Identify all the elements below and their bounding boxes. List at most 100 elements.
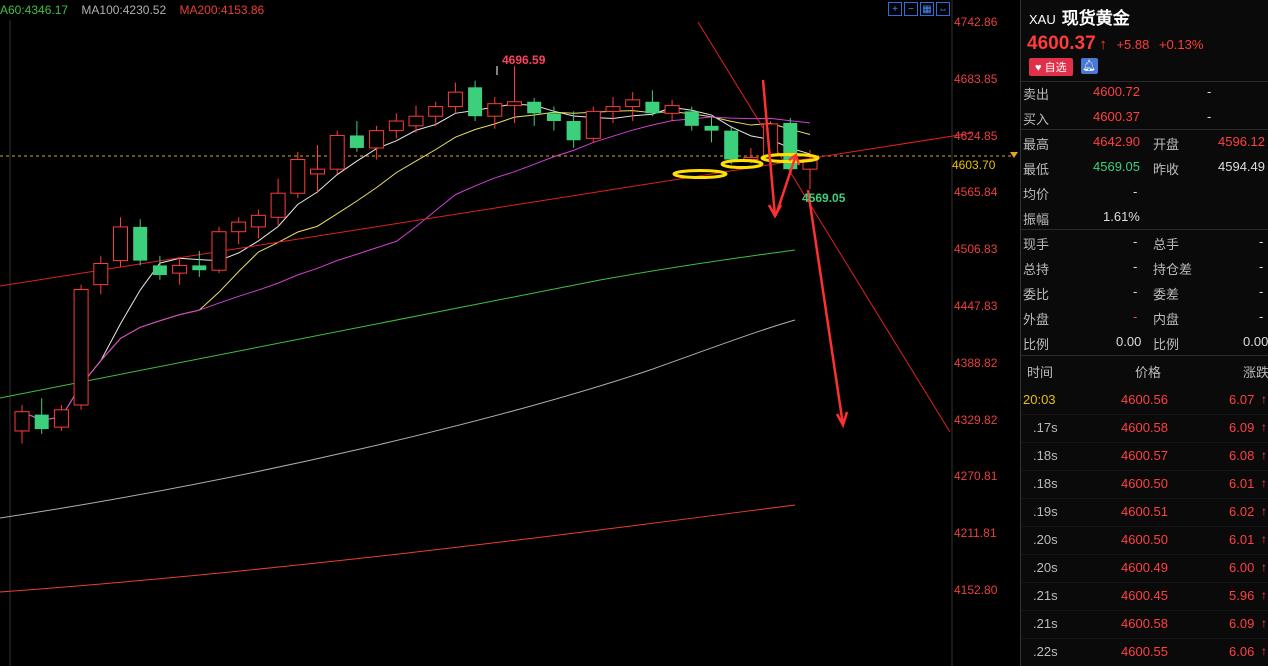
candle-body: [468, 87, 483, 117]
price-line: 4600.37 ↑ +5.88 +0.13%: [1027, 33, 1203, 55]
zoom-out-icon[interactable]: −: [904, 2, 918, 16]
ratio-label-1: 比例: [1023, 337, 1050, 352]
candle-body: [113, 226, 128, 262]
candle-body: [152, 265, 167, 276]
ticks-price-header: 价格: [1135, 365, 1162, 380]
up-arrow-icon: ↑: [1261, 644, 1267, 658]
tick-row[interactable]: 20:03 4600.56 6.07 ↑: [1021, 386, 1268, 415]
kline-chart[interactable]: 4696.59 4569.05 A60:4346.17 MA100:4230.52…: [0, 0, 1020, 666]
avg-value: -: [1133, 184, 1138, 199]
candle-body: [53, 409, 69, 428]
tick-row[interactable]: .20s 4600.49 6.00 ↑: [1021, 554, 1268, 583]
bell-icon: 🔔︎: [1082, 60, 1097, 72]
candle-body: [763, 123, 779, 157]
current-price-tag: 4603.70: [952, 158, 996, 172]
price-axis-label: 4624.85: [954, 128, 998, 143]
candle-body: [34, 414, 49, 430]
candle-body: [250, 214, 266, 228]
tick-row[interactable]: .21s 4600.58 6.09 ↑: [1021, 610, 1268, 639]
fit-icon[interactable]: ▦: [920, 2, 934, 16]
candle-body: [507, 101, 522, 107]
quote-row-ratio: 比例 0.00 比例 0.00: [1021, 330, 1268, 354]
price-axis-label: 4742.86: [954, 15, 998, 29]
candle-body: [192, 265, 207, 271]
candle-body: [527, 101, 542, 114]
tick-change: 6.00: [1229, 560, 1255, 575]
price-axis-label: 4211.81: [954, 526, 997, 541]
high-value: 4642.90: [1093, 134, 1140, 149]
ma20-line: [21, 116, 811, 421]
up-arrow-icon: ↑: [1261, 420, 1267, 434]
ratio-label-2: 比例: [1153, 337, 1180, 352]
candle-body: [329, 134, 345, 170]
buy-value: 4600.37: [1093, 109, 1140, 124]
up-arrow-icon: ↑: [1261, 504, 1267, 518]
ma100-label: MA100:4230.52: [81, 3, 167, 17]
tick-change: 6.09: [1229, 616, 1255, 631]
price-axis-label: 4329.82: [954, 412, 998, 427]
open-label: 开盘: [1153, 137, 1180, 152]
price-change-pct: +0.13%: [1158, 37, 1204, 52]
sell-value: 4600.72: [1093, 84, 1140, 99]
zoom-in-icon[interactable]: +: [888, 2, 902, 16]
quote-row-outer-inner: 外盘 - 内盘 -: [1021, 305, 1268, 329]
tick-time: 20:03: [1023, 392, 1056, 407]
tick-row[interactable]: .22s 4600.55 6.06 ↑: [1021, 638, 1268, 666]
candle-body: [310, 168, 325, 175]
candle-body: [14, 411, 30, 432]
inner-value: -: [1259, 309, 1264, 324]
price-axis-label: 4270.81: [954, 469, 998, 484]
ma100-line: [0, 319, 796, 519]
candle-body: [349, 135, 364, 148]
action-buttons: ♥ 自选 🔔︎: [1029, 58, 1098, 76]
tick-row[interactable]: .19s 4600.51 6.02 ↑: [1021, 498, 1268, 527]
oi-label: 总持: [1023, 262, 1050, 277]
tick-price: 4600.50: [1121, 532, 1168, 547]
quote-row-vol: 现手 - 总手 -: [1021, 230, 1268, 254]
price-axis-label: 4388.82: [954, 355, 998, 370]
tick-time: .18s: [1033, 476, 1058, 491]
tick-change: 6.02: [1229, 504, 1255, 519]
wb-value: -: [1133, 284, 1138, 299]
tick-price: 4600.49: [1121, 560, 1168, 575]
expand-icon[interactable]: ⇔: [936, 2, 950, 16]
candle-body: [270, 192, 286, 218]
candle-body: [172, 264, 188, 274]
tick-row[interactable]: .18s 4600.50 6.01 ↑: [1021, 470, 1268, 499]
ma10-line: [21, 110, 811, 421]
candle-body: [93, 262, 109, 286]
buy-extra: -: [1207, 109, 1212, 124]
tick-row[interactable]: .17s 4600.58 6.09 ↑: [1021, 414, 1268, 443]
tick-time: .21s: [1033, 588, 1058, 603]
up-arrow-icon: ↑: [1261, 448, 1267, 462]
tick-row[interactable]: .18s 4600.57 6.08 ↑: [1021, 442, 1268, 471]
candle-body: [388, 120, 404, 132]
oi-change-value: -: [1259, 259, 1264, 274]
tick-time: .18s: [1033, 448, 1058, 463]
candle-body: [704, 125, 719, 131]
inner-label: 内盘: [1153, 312, 1180, 327]
sell-label: 卖出: [1023, 87, 1050, 102]
tick-price: 4600.45: [1121, 588, 1168, 603]
ma200-line: [0, 504, 796, 593]
ratio-value-1: 0.00: [1116, 334, 1142, 349]
wb-label: 委比: [1023, 287, 1050, 302]
kline-svg[interactable]: 4696.59 4569.05: [0, 0, 1020, 666]
tick-time: .20s: [1033, 532, 1058, 547]
high-annotation: 4696.59: [502, 53, 546, 67]
ma60-label: A60:4346.17: [0, 3, 69, 17]
alert-bell-button[interactable]: 🔔︎: [1080, 58, 1098, 74]
highlight-ellipse: [720, 159, 764, 169]
tick-row[interactable]: .20s 4600.50 6.01 ↑: [1021, 526, 1268, 555]
quote-row-avg: 均价 -: [1021, 180, 1268, 204]
wc-label: 委差: [1153, 287, 1180, 302]
buy-label: 买入: [1023, 112, 1050, 127]
tick-row[interactable]: .21s 4600.45 5.96 ↑: [1021, 582, 1268, 611]
ticks-time-header: 时间: [1027, 365, 1054, 380]
candle-body: [133, 226, 148, 261]
price-axis-label: 4152.80: [954, 583, 998, 597]
favorite-button[interactable]: ♥ 自选: [1029, 58, 1073, 76]
tick-time: .22s: [1033, 644, 1058, 659]
tick-price: 4600.58: [1121, 616, 1168, 631]
tick-time: .21s: [1033, 616, 1058, 631]
